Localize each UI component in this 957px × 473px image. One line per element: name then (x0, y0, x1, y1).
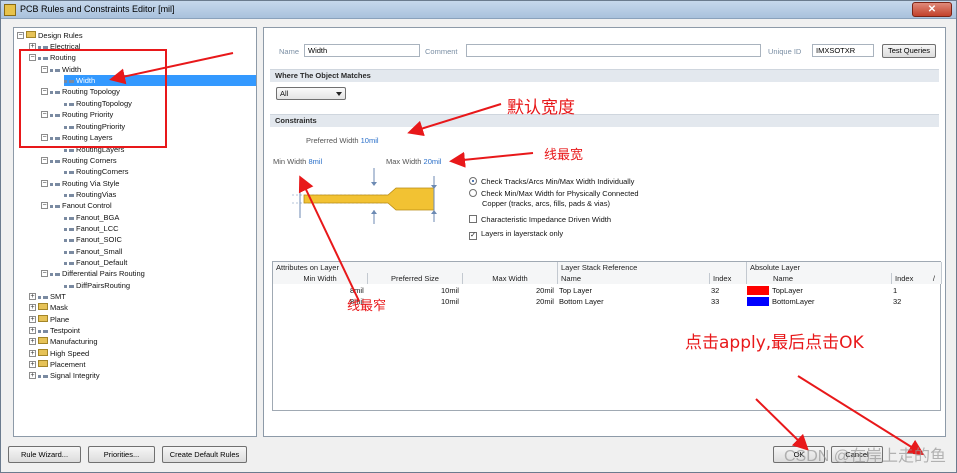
watermark: CSDN @在岸上走的鱼 (783, 448, 946, 465)
arrow-to-preferred-width (407, 103, 502, 137)
arrow-to-max-width (449, 151, 534, 168)
annotation-default-width: 默认宽度 (507, 98, 575, 118)
annotation-max-width: 线最宽 (544, 148, 584, 163)
annotation-apply-ok: 点击apply,最后点击OK (685, 333, 864, 353)
annotation-arrows (109, 52, 925, 456)
rules-editor-window: PCB Rules and Constraints Editor [mil] ✕… (0, 0, 957, 473)
arrow-to-width-rule (109, 52, 234, 85)
arrow-to-ok-button (755, 398, 809, 451)
annotation-min-width: 线最窄 (347, 299, 387, 314)
arrow-to-min-width (298, 175, 360, 302)
